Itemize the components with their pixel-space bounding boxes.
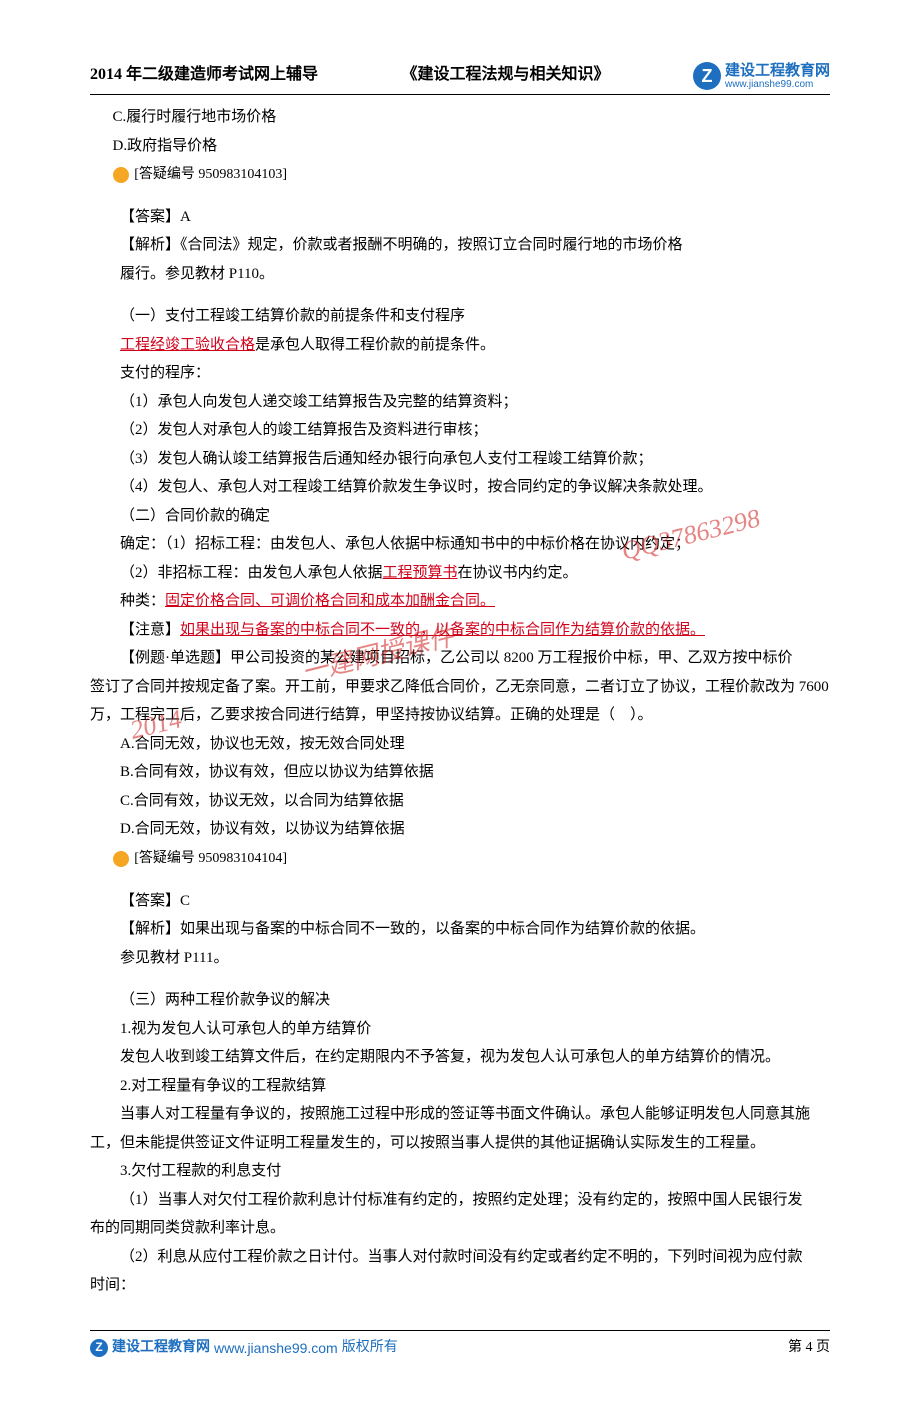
header-title-mid: 《建设工程法规与相关知识》 xyxy=(401,60,609,90)
explain-2a: 【解析】如果出现与备案的中标合同不一致的，以备案的中标合同作为结算价款的依据。 xyxy=(90,915,830,944)
section-3-h1: 1.视为发包人认可承包人的单方结算价 xyxy=(90,1015,830,1044)
answer-1: 【答案】A xyxy=(90,203,830,232)
example-option-c: C.合同有效，协议无效，以合同为结算依据 xyxy=(90,787,830,816)
section-3-p2a: 当事人对工程量有争议的，按照施工过程中形成的签证等书面文件确认。承包人能够证明发… xyxy=(90,1100,830,1129)
section-3-p4a: （2）利息从应付工程价款之日计付。当事人对付款时间没有约定或者约定不明的，下列时… xyxy=(90,1243,830,1272)
note-line: 【注意】如果出现与备案的中标合同不一致的，以备案的中标合同作为结算价款的依据。 xyxy=(90,616,830,645)
question-mark-icon: ? xyxy=(113,851,129,867)
red-underline-text: 如果出现与备案的中标合同不一致的，以备案的中标合同作为结算价款的依据。 xyxy=(180,622,705,638)
section-3-p2b: 工，但未能提供签证文件证明工程量发生的，可以按照当事人提供的其他证据确认实际发生… xyxy=(90,1129,830,1158)
section-3-h3: 3.欠付工程款的利息支付 xyxy=(90,1157,830,1186)
section-1-item-4: （4）发包人、承包人对工程竣工结算价款发生争议时，按合同约定的争议解决条款处理。 xyxy=(90,473,830,502)
section-3-p3a: （1）当事人对欠付工程价款利息计付标准有约定的，按照约定处理；没有约定的，按照中… xyxy=(90,1186,830,1215)
explain-2b: 参见教材 P111。 xyxy=(90,944,830,973)
example-line-2: 签订了合同并按规定备了案。开工前，甲要求乙降低合同价，乙无奈同意，二者订立了协议… xyxy=(90,673,830,702)
option-c: C.履行时履行地市场价格 xyxy=(90,103,830,132)
section-1-title: （一）支付工程竣工结算价款的前提条件和支付程序 xyxy=(90,302,830,331)
page-number: 第 4 页 xyxy=(788,1335,830,1362)
answer-2: 【答案】C xyxy=(90,887,830,916)
red-underline-text: 固定价格合同、可调价格合同和成本加酬金合同。 xyxy=(165,593,495,609)
section-3-p4b: 时间： xyxy=(90,1271,830,1300)
logo-url: www.jianshe99.com xyxy=(725,79,830,90)
section-3-title: （三）两种工程价款争议的解决 xyxy=(90,986,830,1015)
section-3-p1: 发包人收到竣工结算文件后，在约定期限内不予答复，视为发包人认可承包人的单方结算价… xyxy=(90,1043,830,1072)
section-2-title: （二）合同价款的确定 xyxy=(90,502,830,531)
explain-1b: 履行。参见教材 P110。 xyxy=(90,260,830,289)
section-3-p3b: 布的同期同类贷款利率计息。 xyxy=(90,1214,830,1243)
question-mark-icon: ? xyxy=(113,167,129,183)
red-underline-text: 工程经竣工验收合格 xyxy=(120,337,255,353)
example-line-3: 万，工程完工后，乙要求按合同进行结算，甲坚持按协议结算。正确的处理是（ ）。 xyxy=(90,701,830,730)
section-2-item-1: 确定：（1）招标工程：由发包人、承包人依据中标通知书中的中标价格在协议内约定； xyxy=(90,530,830,559)
example-option-b: B.合同有效，协议有效，但应以协议为结算依据 xyxy=(90,758,830,787)
footer-logo-icon: Z xyxy=(90,1339,108,1357)
section-1-item-2: （2）发包人对承包人的竣工结算报告及资料进行审核； xyxy=(90,416,830,445)
logo-icon: Z xyxy=(693,62,721,90)
section-1-prereq: 工程经竣工验收合格是承包人取得工程价款的前提条件。 xyxy=(90,331,830,360)
question-id-2: ? [答疑编号 950983104104] xyxy=(90,844,830,873)
section-2-item-2: （2）非招标工程：由发包人承包人依据工程预算书在协议书内约定。 xyxy=(90,559,830,588)
footer-rights: 版权所有 xyxy=(342,1335,398,1362)
red-underline-text: 工程预算书 xyxy=(383,565,458,581)
header-title-left: 2014 年二级建造师考试网上辅导 xyxy=(90,60,318,90)
section-1-item-3: （3）发包人确认竣工结算报告后通知经办银行向承包人支付工程竣工结算价款； xyxy=(90,445,830,474)
page-footer: Z 建设工程教育网 www.jianshe99.com 版权所有 第 4 页 xyxy=(90,1330,830,1362)
option-d: D.政府指导价格 xyxy=(90,132,830,161)
footer-url: www.jianshe99.com xyxy=(214,1335,338,1362)
question-id-1: ? [答疑编号 950983104103] xyxy=(90,160,830,189)
example-option-a: A.合同无效，协议也无效，按无效合同处理 xyxy=(90,730,830,759)
example-option-d: D.合同无效，协议有效，以协议为结算依据 xyxy=(90,815,830,844)
section-2-kind: 种类：固定价格合同、可调价格合同和成本加酬金合同。 xyxy=(90,587,830,616)
footer-brand: 建设工程教育网 xyxy=(112,1335,210,1362)
section-3-h2: 2.对工程量有争议的工程款结算 xyxy=(90,1072,830,1101)
section-1-proc: 支付的程序： xyxy=(90,359,830,388)
example-line-1: 【例题·单选题】甲公司投资的某公建项目招标，乙公司以 8200 万工程报价中标，… xyxy=(90,644,830,673)
header-logo: Z 建设工程教育网 www.jianshe99.com xyxy=(693,62,830,90)
explain-1a: 【解析】《合同法》规定，价款或者报酬不明确的，按照订立合同时履行地的市场价格 xyxy=(90,231,830,260)
section-1-item-1: （1）承包人向发包人递交竣工结算报告及完整的结算资料； xyxy=(90,388,830,417)
page-header: 2014 年二级建造师考试网上辅导 《建设工程法规与相关知识》 Z 建设工程教育… xyxy=(90,60,830,95)
logo-brand: 建设工程教育网 xyxy=(725,63,830,80)
